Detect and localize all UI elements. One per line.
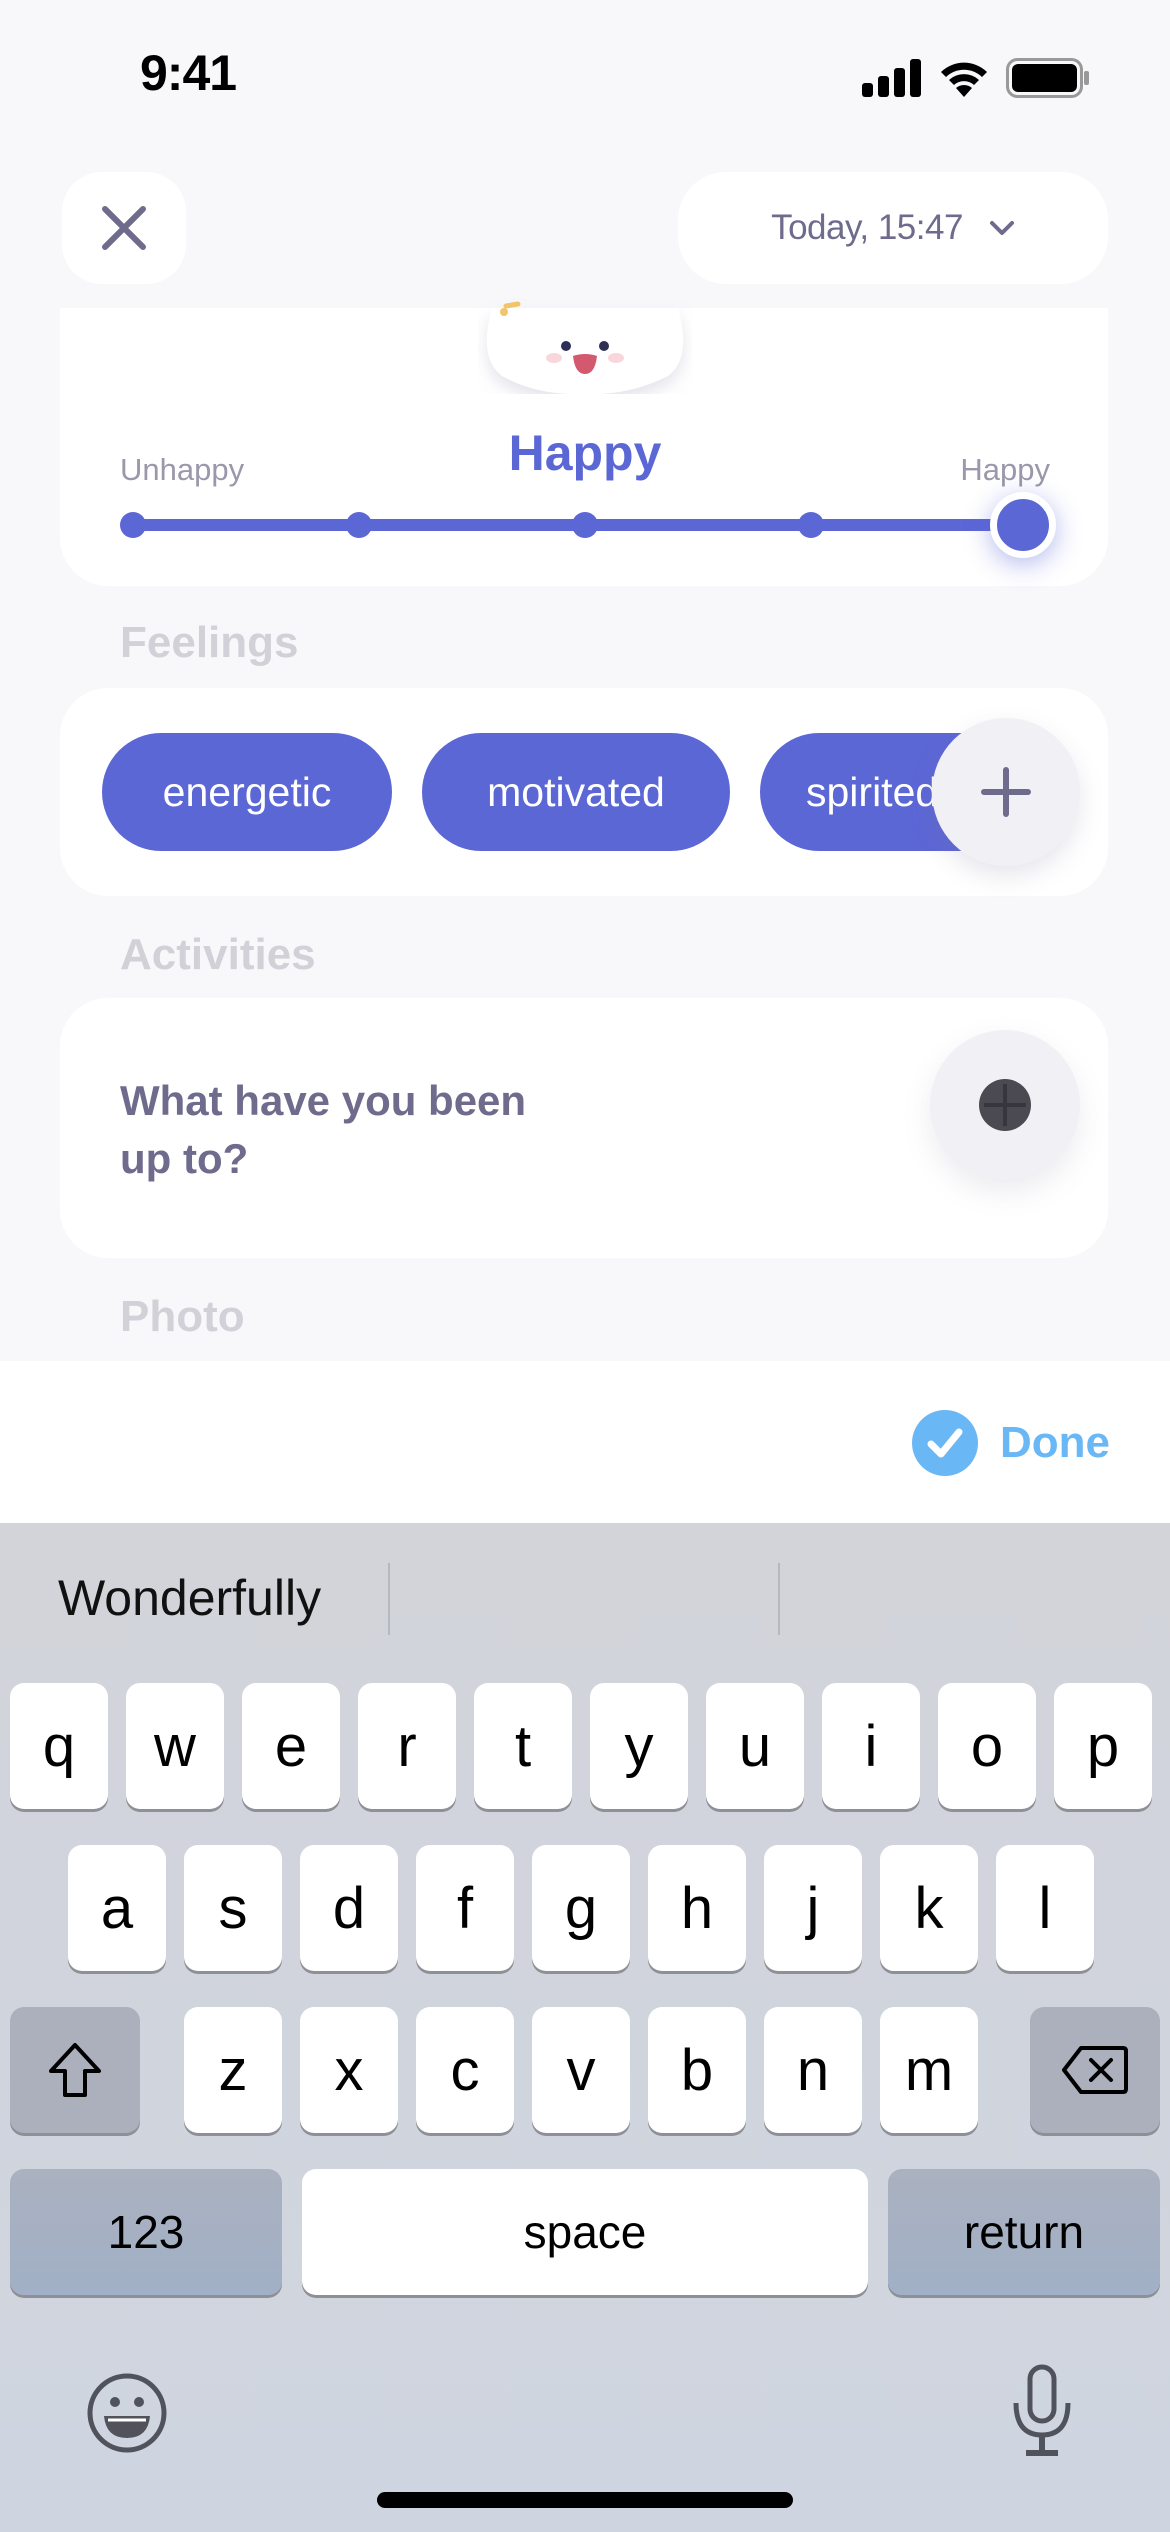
key-l[interactable]: l bbox=[996, 1845, 1094, 1971]
key-z[interactable]: z bbox=[184, 2007, 282, 2133]
cellular-signal-icon bbox=[862, 59, 921, 97]
key-s[interactable]: s bbox=[184, 1845, 282, 1971]
activities-prompt[interactable]: What have you been up to? bbox=[120, 1072, 540, 1188]
space-key[interactable]: space bbox=[302, 2169, 868, 2295]
delete-key[interactable] bbox=[1030, 2007, 1160, 2133]
key-y[interactable]: y bbox=[590, 1683, 688, 1809]
photo-section-label: Photo bbox=[120, 1292, 245, 1341]
suggestion-divider bbox=[388, 1563, 390, 1635]
key-v[interactable]: v bbox=[532, 2007, 630, 2133]
status-icons bbox=[862, 58, 1090, 98]
key-u[interactable]: u bbox=[706, 1683, 804, 1809]
slider-step[interactable] bbox=[572, 512, 598, 538]
return-key[interactable]: return bbox=[888, 2169, 1160, 2295]
close-button[interactable] bbox=[62, 172, 186, 284]
checkmark-circle-icon bbox=[912, 1410, 978, 1476]
key-w[interactable]: w bbox=[126, 1683, 224, 1809]
key-p[interactable]: p bbox=[1054, 1683, 1152, 1809]
add-activity-button[interactable] bbox=[930, 1030, 1080, 1180]
activities-section-label: Activities bbox=[120, 930, 316, 979]
feeling-chip-label: motivated bbox=[487, 768, 665, 815]
emoji-icon[interactable] bbox=[86, 2372, 168, 2454]
feeling-chip[interactable]: energetic bbox=[102, 733, 392, 851]
slider-thumb[interactable] bbox=[990, 492, 1056, 558]
suggestion-bar: Wonderfully bbox=[0, 1523, 1170, 1673]
close-icon bbox=[102, 206, 146, 250]
key-a[interactable]: a bbox=[68, 1845, 166, 1971]
mascot-happy-icon bbox=[486, 301, 684, 394]
keyboard: Wonderfully qwertyuiop asdfghjkl zxcvbnm 1… bbox=[0, 1523, 1170, 2532]
key-n[interactable]: n bbox=[764, 2007, 862, 2133]
done-label: Done bbox=[1000, 1418, 1110, 1467]
key-d[interactable]: d bbox=[300, 1845, 398, 1971]
feeling-chip[interactable]: motivated bbox=[422, 733, 730, 851]
slider-step[interactable] bbox=[346, 512, 372, 538]
microphone-icon[interactable] bbox=[1010, 2363, 1074, 2459]
slider-min-label: Unhappy bbox=[120, 452, 245, 487]
home-indicator[interactable] bbox=[377, 2492, 793, 2508]
slider-step[interactable] bbox=[120, 512, 146, 538]
key-f[interactable]: f bbox=[416, 1845, 514, 1971]
slider-max-label: Happy bbox=[960, 452, 1050, 487]
date-label: Today, 15:47 bbox=[771, 208, 963, 247]
slider-step[interactable] bbox=[798, 512, 824, 538]
key-j[interactable]: j bbox=[764, 1845, 862, 1971]
suggestion-divider bbox=[778, 1563, 780, 1635]
battery-icon bbox=[1006, 58, 1089, 98]
key-r[interactable]: r bbox=[358, 1683, 456, 1809]
wifi-icon bbox=[941, 62, 987, 97]
key-q[interactable]: q bbox=[10, 1683, 108, 1809]
done-button[interactable]: Done bbox=[912, 1410, 1110, 1476]
key-o[interactable]: o bbox=[938, 1683, 1036, 1809]
feeling-chip-label: spirited bbox=[806, 768, 939, 815]
key-m[interactable]: m bbox=[880, 2007, 978, 2133]
add-feeling-button[interactable] bbox=[932, 718, 1080, 866]
suggestion-item[interactable] bbox=[782, 1523, 1170, 1673]
suggestion-item[interactable] bbox=[392, 1523, 778, 1673]
feelings-section-label: Feelings bbox=[120, 618, 299, 667]
key-x[interactable]: x bbox=[300, 2007, 398, 2133]
key-t[interactable]: t bbox=[474, 1683, 572, 1809]
numbers-key[interactable]: 123 bbox=[10, 2169, 282, 2295]
plus-circle-icon bbox=[979, 1079, 1031, 1131]
chevron-down-icon bbox=[989, 221, 1014, 235]
mood-slider[interactable] bbox=[120, 492, 1056, 558]
key-e[interactable]: e bbox=[242, 1683, 340, 1809]
key-g[interactable]: g bbox=[532, 1845, 630, 1971]
shift-icon bbox=[49, 2043, 101, 2097]
feeling-chip-label: energetic bbox=[162, 768, 332, 815]
delete-icon bbox=[1062, 2046, 1128, 2094]
plus-icon bbox=[981, 767, 1031, 817]
key-b[interactable]: b bbox=[648, 2007, 746, 2133]
key-i[interactable]: i bbox=[822, 1683, 920, 1809]
shift-key[interactable] bbox=[10, 2007, 140, 2133]
suggestion-item[interactable]: Wonderfully bbox=[58, 1523, 321, 1673]
key-c[interactable]: c bbox=[416, 2007, 514, 2133]
key-k[interactable]: k bbox=[880, 1845, 978, 1971]
key-h[interactable]: h bbox=[648, 1845, 746, 1971]
status-time: 9:41 bbox=[140, 45, 237, 101]
date-time-picker[interactable]: Today, 15:47 bbox=[678, 172, 1108, 284]
